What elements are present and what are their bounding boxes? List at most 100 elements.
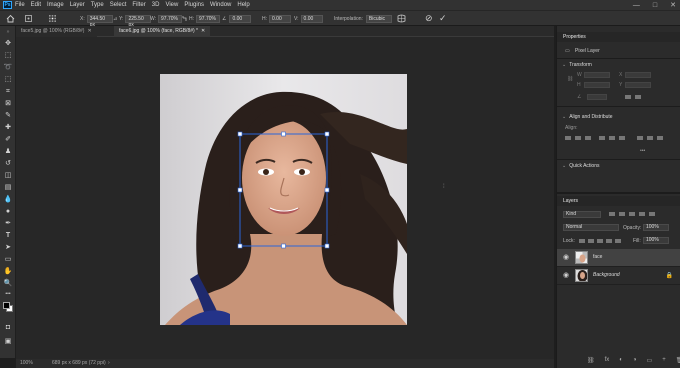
close-window-icon[interactable]: ✕	[670, 1, 676, 9]
pen-tool-icon[interactable]: ✒	[3, 219, 13, 228]
layer-name[interactable]: face	[593, 254, 602, 260]
align-center-horizontal-icon[interactable]	[575, 136, 581, 140]
menu-image[interactable]: Image	[47, 2, 64, 8]
clone-stamp-tool-icon[interactable]: ♟	[3, 147, 13, 156]
new-layer-icon[interactable]: +	[662, 357, 666, 364]
tab-layers[interactable]: Layers	[557, 196, 680, 206]
filter-adjustment-icon[interactable]	[619, 212, 625, 216]
tab-face6[interactable]: face6.jpg @ 100% (face, RGB/8#) * ✕	[114, 26, 211, 37]
gradient-tool-icon[interactable]: ▤	[3, 183, 13, 192]
commit-transform-icon[interactable]: ✓	[439, 14, 447, 23]
link-icon[interactable]: ⛓	[567, 76, 573, 82]
menu-view[interactable]: View	[165, 2, 178, 8]
layer-name[interactable]: Background	[593, 272, 620, 278]
home-icon[interactable]	[6, 14, 15, 23]
x-position-field[interactable]: 344.50 px	[86, 14, 113, 28]
canvas-area[interactable]: ⁞	[16, 37, 554, 359]
layer-row-background[interactable]: ◉ Background 🔒	[557, 267, 680, 285]
distribute-right-icon[interactable]	[657, 136, 663, 140]
filter-shape-icon[interactable]	[639, 212, 645, 216]
history-brush-tool-icon[interactable]: ↺	[3, 159, 13, 168]
object-selection-tool-icon[interactable]: ⬚	[3, 75, 13, 84]
flip-horizontal-icon[interactable]	[625, 95, 631, 99]
eyedropper-tool-icon[interactable]: ✎	[3, 111, 13, 120]
y-position-field[interactable]: 225.50 px	[125, 14, 152, 28]
menu-type[interactable]: Type	[91, 2, 104, 8]
quick-mask-icon[interactable]: ◘	[3, 323, 13, 332]
screen-mode-icon[interactable]: ▣	[3, 337, 13, 346]
rotate-angle-field[interactable]: 0.00	[229, 14, 252, 23]
horizontal-skew-field[interactable]: 0.00	[269, 14, 291, 23]
prop-y-field[interactable]	[625, 82, 651, 88]
foreground-color-swatch[interactable]	[3, 302, 10, 309]
rectangle-tool-icon[interactable]: ▭	[3, 255, 13, 264]
tab-close-icon[interactable]: ✕	[201, 28, 205, 34]
new-group-icon[interactable]: ▭	[647, 357, 653, 364]
lock-transparent-icon[interactable]	[579, 239, 585, 243]
align-left-icon[interactable]	[565, 136, 571, 140]
layer-style-fx-icon[interactable]: fx	[605, 357, 610, 364]
menu-layer[interactable]: Layer	[70, 2, 85, 8]
edit-toolbar-icon[interactable]: •••	[3, 290, 13, 299]
filter-smart-object-icon[interactable]	[649, 212, 655, 216]
reference-point-icon[interactable]	[48, 14, 57, 23]
status-arrow-icon[interactable]: ›	[108, 359, 110, 368]
adjustment-layer-icon[interactable]: ◑	[633, 357, 637, 364]
document-info[interactable]: 689 px x 689 px (72 ppi)	[52, 359, 106, 368]
width-field[interactable]: 97.70%	[158, 14, 183, 23]
menu-file[interactable]: File	[15, 2, 25, 8]
frame-tool-icon[interactable]: ⊠	[3, 99, 13, 108]
add-mask-icon[interactable]: ◐	[619, 357, 623, 364]
flip-vertical-icon[interactable]	[635, 95, 641, 99]
distribute-center-icon[interactable]	[647, 136, 653, 140]
hand-tool-icon[interactable]: ✋	[3, 267, 13, 276]
cancel-transform-icon[interactable]: ⊘	[425, 14, 433, 23]
layer-kind-filter[interactable]: Kind	[563, 211, 601, 218]
type-tool-icon[interactable]: T	[3, 231, 13, 240]
move-tool-icon[interactable]: ✥	[3, 39, 13, 48]
tab-face5[interactable]: face5.jpg @ 100% (RGB/8#) ✕	[16, 26, 97, 37]
transform-section-title[interactable]: ⌄ Transform	[562, 62, 592, 68]
align-bottom-icon[interactable]	[619, 136, 625, 140]
filter-pixel-icon[interactable]	[609, 212, 615, 216]
visibility-eye-icon[interactable]: ◉	[563, 271, 569, 279]
interpolation-select[interactable]: Bicubic	[365, 14, 392, 23]
prop-angle-field[interactable]	[587, 94, 607, 100]
blend-mode-select[interactable]: Normal	[563, 224, 619, 231]
menu-filter[interactable]: Filter	[132, 2, 145, 8]
visibility-eye-icon[interactable]: ◉	[563, 253, 569, 261]
move-tool-preset-icon[interactable]	[24, 14, 33, 23]
height-field[interactable]: 97.70%	[196, 14, 220, 23]
tab-close-icon[interactable]: ✕	[87, 28, 91, 34]
lock-position-icon[interactable]	[597, 239, 603, 243]
vertical-skew-field[interactable]: 0.00	[300, 14, 323, 23]
menu-select[interactable]: Select	[110, 2, 127, 8]
align-top-icon[interactable]	[599, 136, 605, 140]
crop-tool-icon[interactable]: ⌗	[3, 87, 13, 96]
path-selection-tool-icon[interactable]: ➤	[3, 243, 13, 252]
lock-all-icon[interactable]	[615, 239, 621, 243]
document-image[interactable]	[160, 74, 407, 325]
link-xy-icon[interactable]: ⊿	[113, 14, 117, 23]
dodge-tool-icon[interactable]: ●	[3, 207, 13, 216]
healing-brush-tool-icon[interactable]: ✚	[3, 123, 13, 132]
toolbar-collapse-icon[interactable]: »	[3, 28, 13, 37]
prop-width-field[interactable]	[584, 72, 610, 78]
align-middle-icon[interactable]	[609, 136, 615, 140]
minimize-icon[interactable]: —	[633, 2, 640, 9]
fill-field[interactable]: 100%	[643, 237, 669, 244]
quick-actions-section-title[interactable]: ⌄ Quick Actions	[562, 163, 600, 169]
filter-type-icon[interactable]	[629, 212, 635, 216]
menu-3d[interactable]: 3D	[152, 2, 160, 8]
zoom-tool-icon[interactable]: 🔍	[3, 279, 13, 288]
align-right-icon[interactable]	[585, 136, 591, 140]
lock-image-icon[interactable]	[588, 239, 594, 243]
link-proportions-icon[interactable]	[181, 14, 188, 23]
more-options-icon[interactable]: •••	[640, 148, 645, 154]
transform-bounding-box[interactable]	[160, 74, 407, 325]
distribute-left-icon[interactable]	[637, 136, 643, 140]
tab-properties[interactable]: Properties	[557, 32, 680, 42]
menu-edit[interactable]: Edit	[31, 2, 41, 8]
lasso-tool-icon[interactable]: ➰	[3, 63, 13, 72]
panel-resize-grip-icon[interactable]: ⁞	[443, 184, 445, 190]
